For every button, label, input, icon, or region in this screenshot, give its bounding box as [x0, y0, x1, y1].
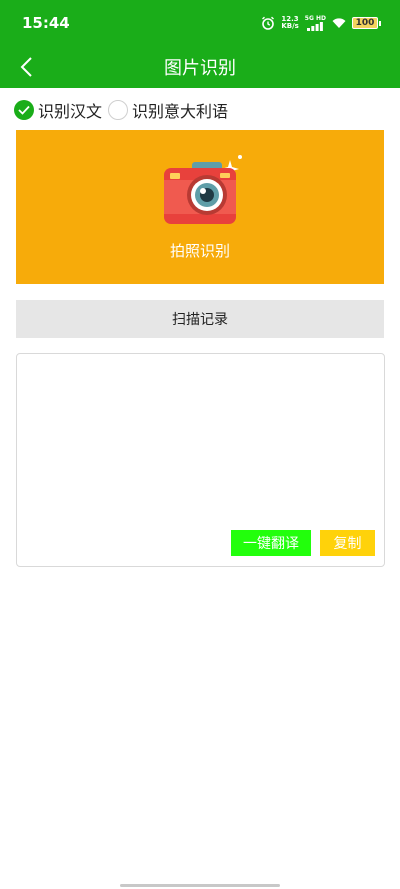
page-title: 图片识别	[164, 58, 236, 79]
check-icon	[18, 105, 30, 115]
alarm-icon	[262, 16, 275, 30]
copy-button[interactable]: 复制	[320, 530, 375, 556]
result-area: 一键翻译 复制	[16, 353, 385, 567]
photo-recognition-panel[interactable]: 拍照识别	[16, 130, 384, 284]
net-speed: 12.3 KB/s	[281, 16, 298, 30]
option-chinese[interactable]: 识别汉文	[14, 98, 102, 122]
signal-icon	[307, 22, 324, 31]
radio-checked[interactable]	[14, 100, 34, 120]
camera-icon	[164, 155, 242, 224]
result-text-field[interactable]	[23, 360, 378, 520]
net-speed-unit: KB/s	[281, 22, 299, 30]
status-icons: 12.3 KB/s 5G HD 100	[261, 14, 381, 32]
home-indicator[interactable]	[120, 884, 280, 887]
option-chinese-label: 识别汉文	[38, 102, 103, 121]
status-time: 15:44	[22, 14, 70, 32]
option-italian[interactable]: 识别意大利语	[108, 98, 228, 122]
status-bar: 15:44 12.3 KB/s 5G HD 100	[0, 0, 400, 46]
signal: 5G HD	[305, 15, 326, 31]
language-options: 识别汉文 识别意大利语	[14, 98, 234, 122]
translate-button[interactable]: 一键翻译	[231, 530, 311, 556]
title-bar: 图片识别	[0, 46, 400, 88]
screen: 15:44 12.3 KB/s 5G HD 100 图片识别 识别汉文 识别意大…	[0, 0, 400, 889]
option-italian-label: 识别意大利语	[132, 102, 229, 121]
scan-record-button[interactable]: 扫描记录	[16, 300, 384, 338]
radio-unchecked[interactable]	[108, 100, 129, 120]
battery-icon: 100	[352, 17, 381, 29]
wifi-icon	[332, 18, 346, 28]
network-tag: 5G HD	[304, 15, 326, 22]
photo-recognition-label: 拍照识别	[169, 242, 230, 260]
